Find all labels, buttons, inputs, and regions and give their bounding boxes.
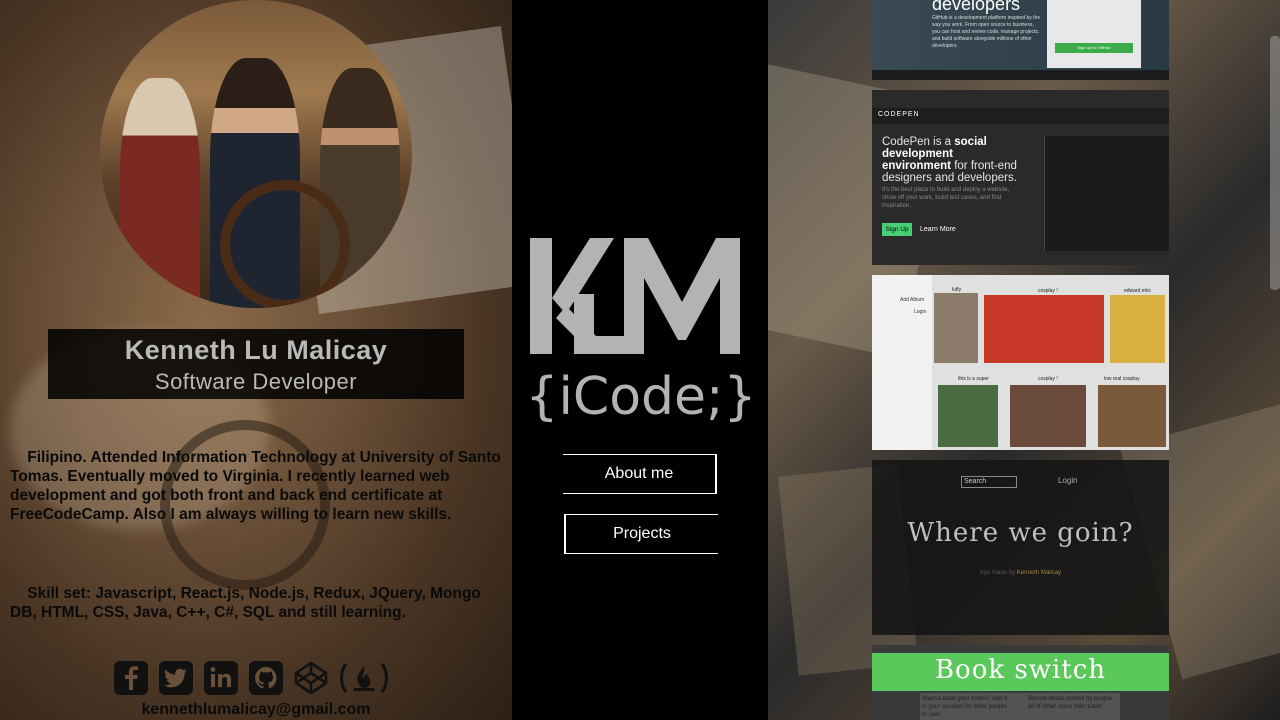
profile-bio: Filipino. Attended Information Technolog… — [10, 448, 505, 524]
bookswitch-col-right: Borrow books posted by people all of oth… — [1028, 696, 1113, 710]
profile-bio-text: Filipino. Attended Information Technolog… — [10, 449, 501, 523]
projects-button[interactable]: Projects — [564, 514, 718, 554]
codepen-icon[interactable] — [293, 660, 329, 696]
name-card: Kenneth Lu Malicay Software Developer — [48, 329, 464, 399]
logo-k-stem — [530, 238, 552, 354]
gallery-image — [938, 385, 998, 447]
gallery-add-album: Add Album — [900, 297, 925, 303]
gallery-image — [1110, 295, 1165, 363]
profile-panel: Kenneth Lu Malicay Software Developer Fi… — [0, 0, 512, 720]
gallery-image — [934, 293, 978, 363]
nightlife-title: Where we goin? — [907, 518, 1134, 548]
github-signup-form — [1047, 0, 1141, 68]
project-card-gallery[interactable]: Add Album Login luffy cosplay ! edward e… — [872, 275, 1169, 450]
nightlife-login: Login — [1058, 476, 1078, 485]
gallery-caption: low real cosplay — [1104, 376, 1140, 382]
bookswitch-title: Book switch — [934, 655, 1107, 685]
project-card-bookswitch[interactable]: Book switch Wanna trade your books? Add … — [872, 645, 1169, 720]
profile-title: Software Developer — [154, 369, 358, 394]
gallery-caption: edward elric — [1124, 288, 1151, 294]
nightlife-credit-name: Kenneth Malicay — [1016, 570, 1062, 576]
nightlife-credit: App made by Kenneth Malicay — [872, 570, 1169, 576]
codepen-headline: CodePen is a social development environm… — [882, 136, 1022, 184]
profile-name: Kenneth Lu Malicay — [124, 335, 388, 365]
gallery-image — [1098, 385, 1166, 447]
facebook-icon[interactable] — [113, 660, 149, 696]
projects-panel: developers GitHub is a development platf… — [768, 0, 1280, 720]
profile-email[interactable]: kennethlumalicay@gmail.com — [0, 701, 512, 719]
social-links — [113, 658, 390, 698]
profile-photo — [100, 0, 412, 308]
gallery-caption: cosplay ! — [1038, 288, 1058, 294]
github-signup-label: Sign up for GitHub — [1077, 45, 1111, 50]
scrollbar[interactable] — [1270, 36, 1280, 290]
profile-skills: Skill set: Javascript, React.js, Node.js… — [10, 584, 505, 622]
about-me-button[interactable]: About me — [563, 454, 717, 494]
linkedin-icon[interactable] — [203, 660, 239, 696]
twitter-icon[interactable] — [158, 660, 194, 696]
project-card-codepen[interactable]: CODEPEN CodePen is a social development … — [872, 90, 1169, 265]
photo-ship-wheel — [220, 180, 350, 308]
nightlife-credit-pre: App made by — [979, 570, 1017, 576]
codepen-learn-link: Learn More — [920, 226, 956, 233]
klm-logo: {iCode;} — [530, 238, 752, 426]
bookswitch-col-left: Wanna trade your books? Add it to your a… — [922, 696, 1008, 718]
gallery-login: Login — [914, 309, 927, 315]
codepen-headline-pre: CodePen is a — [882, 136, 955, 148]
gallery-caption: cosplay ! — [1038, 376, 1058, 382]
logo-l-base — [574, 336, 644, 354]
gallery-image — [984, 295, 1104, 363]
gallery-caption: this is a super — [958, 376, 989, 382]
nightlife-search-input: Search — [961, 476, 1017, 488]
freecodecamp-icon[interactable] — [338, 660, 390, 696]
gallery-caption: luffy — [952, 287, 962, 293]
github-heading: developers — [932, 0, 1021, 14]
codepen-sub: It's the best place to build and deploy … — [882, 187, 1010, 209]
logo-tagline: {iCode;} — [530, 367, 752, 426]
photo-figure-left — [120, 78, 200, 308]
github-body: GitHub is a development platform inspire… — [932, 15, 1041, 49]
github-icon[interactable] — [248, 660, 284, 696]
gallery-sidebar: Add Album Login — [872, 275, 932, 450]
codepen-signup-button: Sign Up — [882, 223, 912, 236]
codepen-editor-preview — [1044, 136, 1169, 251]
nav-panel: {iCode;} About me Projects — [512, 0, 768, 720]
github-signup-button: Sign up for GitHub — [1055, 43, 1133, 53]
project-card-github[interactable]: developers GitHub is a development platf… — [872, 0, 1169, 80]
gallery-image — [1010, 385, 1086, 447]
project-card-nightlife[interactable]: Search Login Where we goin? App made by … — [872, 460, 1169, 635]
codepen-brand: CODEPEN — [878, 111, 920, 118]
profile-skills-text: Skill set: Javascript, React.js, Node.js… — [10, 585, 481, 621]
